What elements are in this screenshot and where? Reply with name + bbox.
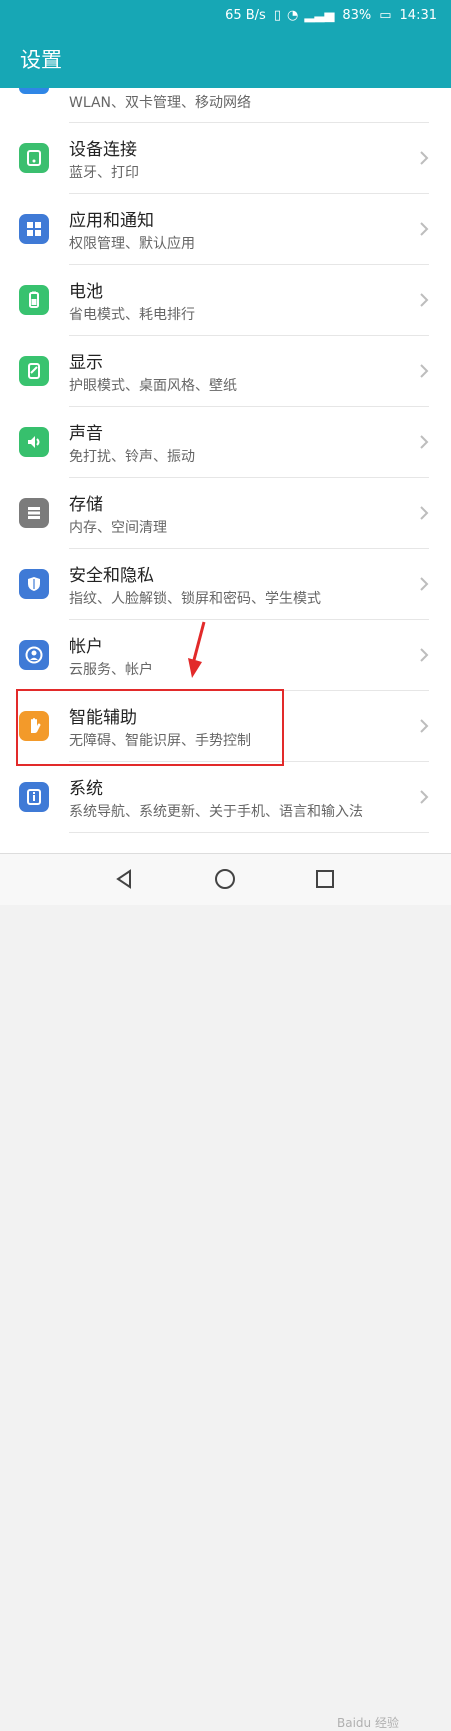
item-title: 帐户 [69, 637, 103, 657]
network-subtitle: WLAN、双卡管理、移动网络 [69, 95, 252, 111]
recents-button[interactable] [312, 866, 338, 892]
watermark: Baidu 经验 [337, 1716, 399, 1730]
item-subtitle: 内存、空间清理 [69, 520, 167, 536]
item-subtitle: 省电模式、耗电排行 [69, 307, 195, 323]
annotation-arrow [188, 621, 206, 678]
apps-icon [19, 214, 49, 244]
item-subtitle: 护眼模式、桌面风格、壁纸 [69, 378, 237, 394]
item-subtitle: 系统导航、系统更新、关于手机、语言和输入法 [69, 804, 363, 820]
status-icons: ▯ ◔ ▂▃▅ [274, 8, 335, 23]
chevron-right-icon [420, 293, 429, 307]
network-icon [19, 88, 49, 94]
item-title: 安全和隐私 [69, 566, 154, 586]
chevron-right-icon [420, 435, 429, 449]
settings-item[interactable]: 存储 内存、空间清理 [0, 478, 451, 549]
chevron-right-icon [420, 151, 429, 165]
settings-item[interactable]: 设备连接 蓝牙、打印 [0, 123, 451, 194]
chevron-right-icon [420, 648, 429, 662]
account-icon [19, 640, 49, 670]
battery-icon [19, 285, 49, 315]
back-button[interactable] [112, 866, 138, 892]
device-connect-icon [19, 143, 49, 173]
item-subtitle: 免打扰、铃声、振动 [69, 449, 195, 465]
item-subtitle: 云服务、帐户 [69, 662, 153, 678]
status-bar: 65 B/s ▯ ◔ ▂▃▅ 83% ▭ 14:31 [0, 0, 451, 30]
settings-item[interactable]: 系统系统导航、系统更新、关于手机、语言和输入法 [0, 762, 451, 833]
speaker-icon [19, 427, 49, 457]
settings-item[interactable]: 帐户 云服务、帐户 [0, 620, 451, 691]
home-button[interactable] [212, 866, 238, 892]
display-icon [19, 356, 49, 386]
vibrate-icon: ▯ [273, 7, 281, 23]
list-item-network[interactable]: WLAN、双卡管理、移动网络 [0, 88, 451, 123]
settings-item[interactable]: 显示护眼模式、桌面风格、壁纸 [0, 336, 451, 407]
signal-icon: ▂▃▅ [304, 7, 335, 23]
storage-icon [19, 498, 49, 528]
app-bar: 设置 [0, 30, 451, 88]
navigation-bar: Baidu 经验 [0, 853, 451, 1730]
network-speed: 65 B/s [225, 7, 266, 23]
item-title: 系统 [69, 779, 103, 799]
highlight-box [16, 689, 284, 766]
page-title: 设置 [20, 48, 62, 72]
chevron-right-icon [420, 222, 429, 236]
settings-item[interactable]: 电池省电模式、耗电排行 [0, 265, 451, 336]
settings-item[interactable]: 声音免打扰、铃声、振动 [0, 407, 451, 478]
system-info-icon [19, 782, 49, 812]
chevron-right-icon [420, 790, 429, 804]
item-title: 存储 [69, 495, 103, 515]
divider [69, 832, 429, 833]
item-title: 电池 [69, 282, 103, 302]
item-title: 显示 [69, 353, 103, 373]
clock: 14:31 [399, 7, 437, 23]
item-title: 设备连接 [69, 140, 137, 160]
chevron-right-icon [420, 364, 429, 378]
battery-icon-status: ▭ [379, 7, 392, 23]
item-title: 应用和通知 [69, 211, 154, 231]
chevron-right-icon [420, 506, 429, 520]
chevron-right-icon [420, 719, 429, 733]
item-title: 声音 [69, 424, 103, 444]
item-subtitle: 指纹、人脸解锁、锁屏和密码、学生模式 [69, 591, 321, 607]
chevron-right-icon [420, 577, 429, 591]
settings-item[interactable]: 安全和隐私指纹、人脸解锁、锁屏和密码、学生模式 [0, 549, 451, 620]
item-subtitle: 权限管理、默认应用 [69, 236, 195, 252]
battery-percent: 83% [342, 7, 372, 23]
item-subtitle: 蓝牙、打印 [69, 165, 139, 181]
settings-item[interactable]: 应用和通知权限管理、默认应用 [0, 194, 451, 265]
wifi-icon: ◔ [286, 7, 299, 23]
shield-icon [19, 569, 49, 599]
settings-list[interactable]: WLAN、双卡管理、移动网络 设备连接蓝牙、打印应用和通知权限管理、默认应用电池… [0, 88, 451, 853]
